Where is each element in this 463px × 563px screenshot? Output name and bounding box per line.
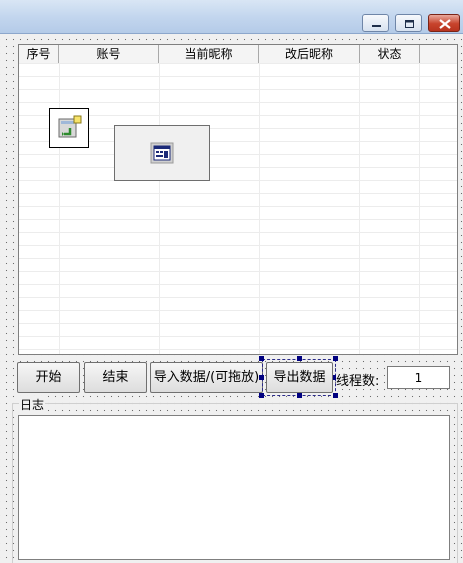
- selection-handle[interactable]: [333, 393, 338, 398]
- minimize-button[interactable]: [362, 14, 389, 32]
- grid-rows: [19, 63, 457, 354]
- form-control-icon: [150, 142, 174, 164]
- nonvisual-component[interactable]: [49, 108, 89, 148]
- selection-handle[interactable]: [297, 356, 302, 361]
- column-header-index[interactable]: 序号: [19, 45, 59, 63]
- maximize-button[interactable]: [395, 14, 422, 32]
- selection-handle[interactable]: [297, 393, 302, 398]
- column-header-new-nickname[interactable]: 改后昵称: [259, 45, 360, 63]
- close-button[interactable]: [428, 14, 460, 32]
- selection-handle[interactable]: [259, 393, 264, 398]
- column-divider: [159, 63, 160, 354]
- data-grid[interactable]: 序号 账号 当前昵称 改后昵称 状态: [18, 44, 458, 355]
- column-header-account[interactable]: 账号: [59, 45, 159, 63]
- import-component-icon: [58, 115, 82, 138]
- column-divider: [419, 63, 420, 354]
- log-textarea[interactable]: [18, 415, 450, 560]
- grid-header: 序号 账号 当前昵称 改后昵称 状态: [19, 45, 457, 64]
- selection-outline: [262, 359, 336, 396]
- import-data-button[interactable]: 导入数据/(可拖放): [150, 362, 263, 393]
- log-group-title: 日志: [19, 396, 46, 413]
- selection-handle[interactable]: [333, 356, 338, 361]
- thread-count-label: 线程数:: [336, 370, 380, 389]
- column-header-current-nickname[interactable]: 当前昵称: [159, 45, 259, 63]
- column-divider: [259, 63, 260, 354]
- thread-count-input[interactable]: [387, 366, 450, 389]
- start-button[interactable]: 开始: [17, 362, 80, 393]
- close-icon: [439, 19, 451, 29]
- column-divider: [359, 63, 360, 354]
- selection-handle[interactable]: [259, 356, 264, 361]
- title-bar: [0, 0, 463, 34]
- stop-button[interactable]: 结束: [84, 362, 147, 393]
- selection-handle[interactable]: [259, 375, 264, 380]
- embedded-form-control[interactable]: [114, 125, 210, 181]
- minimize-icon: [372, 25, 381, 27]
- column-divider: [59, 63, 60, 354]
- column-header-status[interactable]: 状态: [360, 45, 420, 63]
- maximize-icon: [405, 20, 414, 28]
